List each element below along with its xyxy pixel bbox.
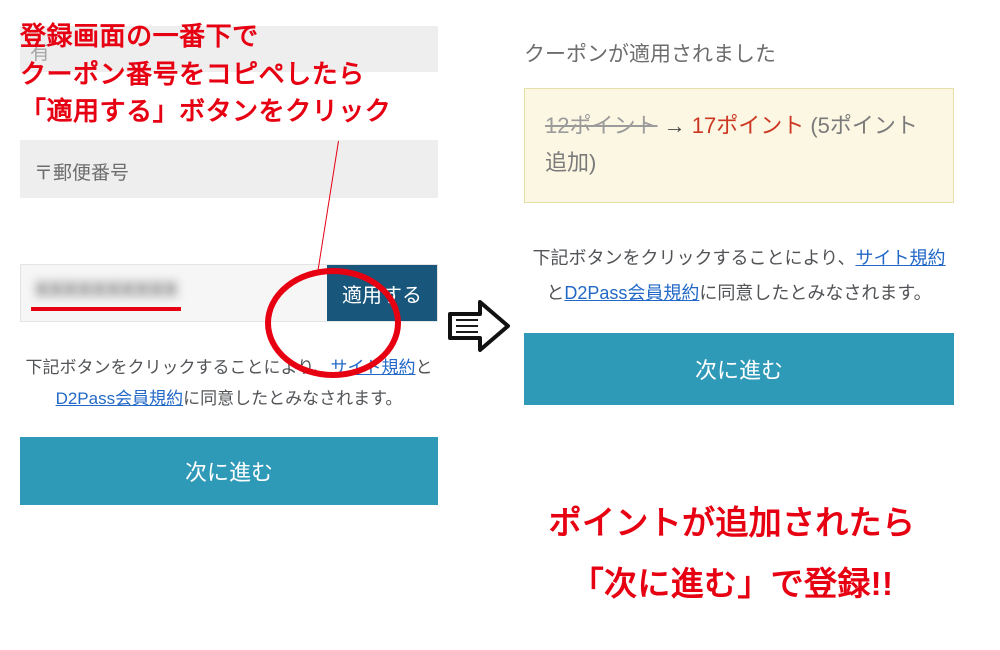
- coupon-applied-message: クーポンが適用されました: [524, 38, 954, 68]
- terms-text: と: [546, 283, 564, 303]
- callout-line: 登録画面の一番下で: [20, 18, 391, 56]
- coupon-code-value: XXXXXXXXXX: [35, 279, 178, 301]
- callout-line: 「次に進む」で登録!!: [477, 553, 987, 614]
- callout-line: 「適用する」ボタンをクリック: [20, 93, 391, 131]
- d2pass-terms-link[interactable]: D2Pass会員規約: [56, 389, 184, 408]
- terms-notice: 下記ボタンをクリックすることにより、サイト規約とD2Pass会員規約に同意したと…: [524, 241, 954, 311]
- point-result-box: 12ポイント → 17ポイント (5ポイント 追加): [524, 88, 954, 203]
- d2pass-terms-link[interactable]: D2Pass会員規約: [564, 283, 699, 303]
- terms-text: 下記ボタンをクリックすることにより、: [26, 358, 331, 377]
- next-button-label: 次に進む: [185, 460, 273, 485]
- next-button[interactable]: 次に進む: [20, 437, 438, 505]
- points-old: 12ポイント: [545, 113, 657, 138]
- terms-text: 下記ボタンをクリックすることにより、: [533, 248, 856, 268]
- callout-instruction-bottom: ポイントが追加されたら 「次に進む」で登録!!: [477, 492, 987, 614]
- postal-code-input[interactable]: 〒郵便番号: [20, 140, 438, 198]
- terms-text: と: [415, 358, 432, 377]
- terms-text: に同意したとみなされます。: [699, 283, 931, 303]
- coupon-row: XXXXXXXXXX 適用する: [20, 264, 438, 322]
- callout-line: ポイントが追加されたら: [477, 492, 987, 553]
- next-button-label: 次に進む: [695, 358, 783, 383]
- points-new: 17ポイント: [692, 113, 804, 138]
- callout-line: クーポン番号をコピペしたら: [20, 56, 391, 94]
- next-button[interactable]: 次に進む: [524, 333, 954, 405]
- apply-button-label: 適用する: [342, 279, 422, 308]
- highlight-underline: [31, 307, 181, 311]
- terms-notice: 下記ボタンをクリックすることにより、サイト規約と D2Pass会員規約に同意したと…: [20, 352, 438, 415]
- terms-text: に同意したとみなされます。: [183, 389, 402, 408]
- arrow-icon: [444, 298, 512, 354]
- coupon-code-input[interactable]: XXXXXXXXXX: [21, 265, 327, 321]
- apply-button[interactable]: 適用する: [327, 265, 437, 321]
- arrow-text-icon: →: [664, 113, 686, 138]
- site-terms-link[interactable]: サイト規約: [855, 248, 945, 268]
- callout-instruction-top: 登録画面の一番下で クーポン番号をコピペしたら 「適用する」ボタンをクリック: [20, 18, 391, 131]
- site-terms-link[interactable]: サイト規約: [330, 358, 415, 377]
- coupon-applied-panel: クーポンが適用されました 12ポイント → 17ポイント (5ポイント 追加) …: [524, 38, 954, 405]
- postal-placeholder: 〒郵便番号: [34, 163, 129, 184]
